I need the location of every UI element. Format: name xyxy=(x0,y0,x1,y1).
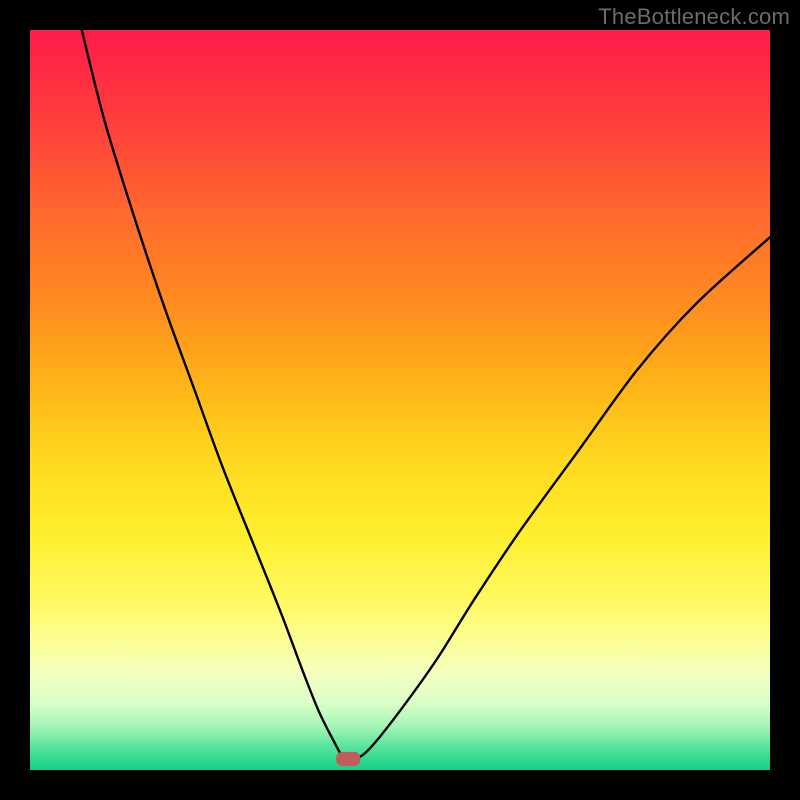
watermark-text: TheBottleneck.com xyxy=(598,4,790,30)
plot-area xyxy=(30,30,770,770)
minimum-marker xyxy=(336,752,360,766)
bottleneck-curve xyxy=(30,30,770,770)
chart-frame: TheBottleneck.com xyxy=(0,0,800,800)
